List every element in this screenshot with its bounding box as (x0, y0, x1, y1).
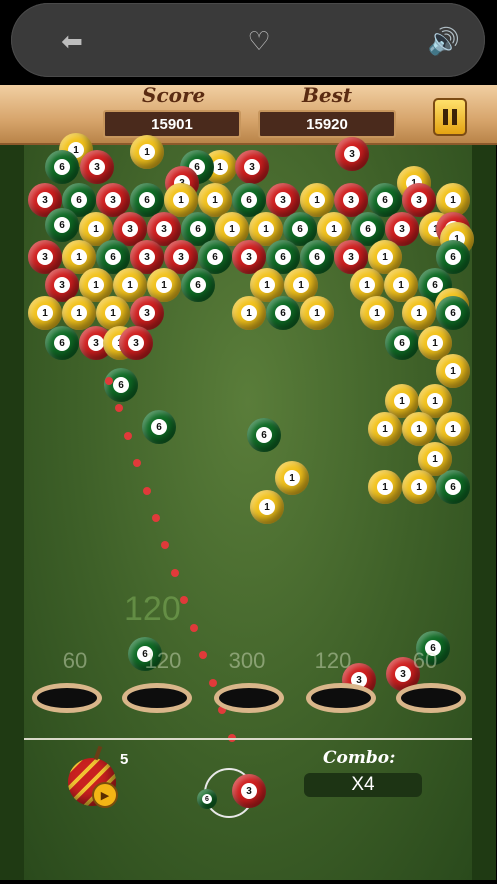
ball-3: 3 (335, 137, 369, 171)
ball-1: 1 (402, 296, 436, 330)
pocket-value-2: 120 (144, 648, 182, 673)
ball-6: 6 (45, 326, 79, 360)
divider (24, 738, 472, 740)
right-rail (472, 145, 496, 880)
ball-1: 1 (436, 412, 470, 446)
ball-6: 6 (45, 150, 79, 184)
aim-dot (171, 569, 179, 577)
play-icon: ▶ (92, 782, 118, 808)
ball-6: 6 (436, 470, 470, 504)
score-label: Score (142, 83, 206, 107)
ball-1: 1 (130, 135, 164, 169)
ball-6: 6 (104, 368, 138, 402)
score-value: 15901 (103, 110, 241, 138)
pause-button[interactable] (433, 98, 467, 136)
ball-1: 1 (232, 296, 266, 330)
ball-1: 1 (96, 296, 130, 330)
pocket (396, 683, 466, 713)
ball-6: 6 (247, 418, 281, 452)
ball-1: 1 (368, 412, 402, 446)
ball-1: 1 (436, 354, 470, 388)
aim-dot (209, 679, 217, 687)
combo-label: Combo: (323, 748, 396, 768)
pocket-value-3: 300 (228, 648, 266, 673)
ball-6: 6 (385, 326, 419, 360)
ball-1: 1 (402, 412, 436, 446)
ball-6: 6 (142, 410, 176, 444)
pocket-value-1: 60 (62, 648, 88, 673)
ball-3: 3 (130, 296, 164, 330)
ball-3: 3 (119, 326, 153, 360)
aim-dot (180, 596, 188, 604)
heart-icon[interactable]: ♡ (242, 25, 276, 59)
ball-3: 3 (235, 150, 269, 184)
left-rail (0, 145, 24, 880)
aim-dot (143, 487, 151, 495)
ball-1: 1 (62, 296, 96, 330)
top-bar: ⬅ ♡ 🔊 (11, 3, 485, 77)
aim-dot (133, 459, 141, 467)
ball-6: 6 (45, 208, 79, 242)
bomb-powerup-button[interactable]: ▶ (66, 745, 122, 808)
bomb-count: 5 (120, 751, 129, 768)
ball-1: 1 (360, 296, 394, 330)
next-ball[interactable]: 6 (197, 789, 217, 809)
best-label: Best (302, 83, 353, 107)
current-ball[interactable]: 3 (232, 774, 266, 808)
ball-1: 1 (300, 296, 334, 330)
aim-dot (105, 377, 113, 385)
ball-6: 6 (436, 296, 470, 330)
combo-value: X4 (304, 773, 422, 797)
ball-1: 1 (28, 296, 62, 330)
pocket (214, 683, 284, 713)
pocket (122, 683, 192, 713)
pocket-value-5: 60 (412, 648, 438, 673)
pocket (306, 683, 376, 713)
floating-score: 120 (124, 590, 181, 628)
ball-3: 3 (80, 150, 114, 184)
ball-6: 6 (266, 296, 300, 330)
back-arrow-icon[interactable]: ⬅ (55, 25, 89, 59)
aim-dot (161, 541, 169, 549)
aim-dot (199, 651, 207, 659)
ball-1: 1 (250, 490, 284, 524)
aim-dot (115, 404, 123, 412)
ball-1: 1 (275, 461, 309, 495)
best-value: 15920 (258, 110, 396, 138)
pocket-value-4: 120 (314, 648, 352, 673)
aim-dot (124, 432, 132, 440)
ball-6: 6 (181, 268, 215, 302)
aim-dot (190, 624, 198, 632)
speaker-icon[interactable]: 🔊 (427, 25, 461, 59)
ball-1: 1 (368, 470, 402, 504)
aim-dot (152, 514, 160, 522)
pocket (32, 683, 102, 713)
ball-1: 1 (402, 470, 436, 504)
